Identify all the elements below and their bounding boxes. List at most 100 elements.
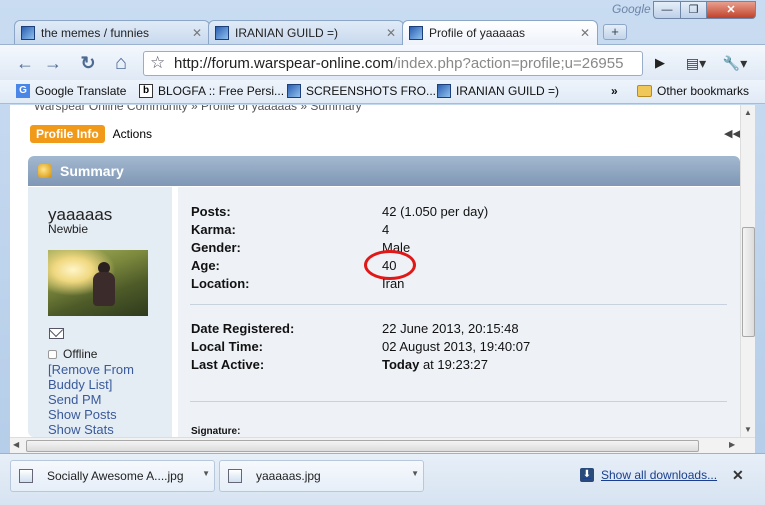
vertical-scrollbar[interactable]: ▲ ▼ [740,105,755,437]
other-bookmarks-button[interactable]: Other bookmarks [637,84,749,98]
download-menu-icon[interactable]: ▼ [202,469,210,478]
close-tab-icon[interactable]: ✕ [579,26,591,40]
warspear-icon [437,84,451,98]
show-stats-link[interactable]: Show Stats [48,422,114,437]
last-active-day: Today [382,357,420,372]
user-rank: Newbie [48,222,89,236]
bookmark-label: SCREENSHOTS FRO... [306,84,437,98]
warspear-favicon-icon [21,25,35,40]
bookmarks-bar: G Google Translate b BLOGFA :: Free Pers… [0,80,765,104]
avatar-figure-body [93,272,115,306]
tab-memes[interactable]: the memes / funnies ✕ [14,20,210,44]
download-shelf: Socially Awesome A....jpg ▼ yaaaaas.jpg … [0,453,765,505]
location-label: Location: [191,276,250,291]
scroll-left-icon[interactable]: ◀ [13,440,19,449]
scroll-up-icon[interactable]: ▲ [744,108,752,117]
local-time-label: Local Time: [191,339,264,354]
posts-value: 42 (1.050 per day) [382,204,489,219]
user-card: yaaaaas Newbie Offline [Remove From Budd… [28,187,172,437]
google-translate-icon: G [16,84,30,98]
collapse-sidebar-icon[interactable]: ◀◀ [724,127,740,140]
online-status: Offline [48,347,97,361]
image-file-icon [228,469,242,483]
tab-title: the memes / funnies [41,25,150,40]
bookmarks-overflow-button[interactable]: » [611,84,618,98]
back-button[interactable]: ← [12,51,38,75]
folder-icon [637,85,652,97]
profile-details: Posts: 42 (1.050 per day) Karma: 4 Gende… [178,187,740,437]
bookmark-screenshots[interactable]: SCREENSHOTS FRO... [287,84,436,98]
date-registered-label: Date Registered: [191,321,295,336]
download-item[interactable]: Socially Awesome A....jpg ▼ [10,460,215,492]
bookmark-iranian-guild[interactable]: IRANIAN GUILD =) [437,84,559,98]
new-tab-button[interactable]: + [603,24,627,40]
horizontal-scroll-thumb[interactable] [26,440,699,452]
close-tab-icon[interactable]: ✕ [191,26,203,40]
signature-label: Signature: [191,426,241,437]
go-button[interactable]: ▶ [647,51,673,75]
remove-buddy-link-continued[interactable]: Buddy List] [48,377,112,392]
warspear-favicon-icon [409,26,423,40]
summary-header: Summary [28,156,740,186]
show-all-downloads-link[interactable]: ⬇ Show all downloads... [580,468,717,482]
last-active-value: Today at 19:23:27 [382,357,488,372]
remove-buddy-link[interactable]: [Remove From [48,362,134,377]
page-menu-button[interactable]: ▤▾ [680,51,712,75]
send-pm-link[interactable]: Send PM [48,392,101,407]
last-active-label: Last Active: [191,357,265,372]
close-window-button[interactable]: ✕ [706,1,756,19]
email-icon[interactable] [49,328,64,339]
close-tab-icon[interactable]: ✕ [385,26,397,40]
download-item[interactable]: yaaaaas.jpg ▼ [219,460,424,492]
summary-icon [38,164,52,178]
scroll-down-icon[interactable]: ▼ [744,425,752,434]
home-button[interactable]: ⌂ [108,51,134,75]
download-menu-icon[interactable]: ▼ [411,469,419,478]
tab-actions[interactable]: Actions [113,127,152,141]
vertical-scroll-thumb[interactable] [742,227,755,337]
summary-title: Summary [60,163,124,179]
minimize-button[interactable]: — [653,1,681,19]
bookmark-label: Google Translate [35,84,127,98]
karma-value: 4 [382,222,390,237]
url-host: http://forum.warspear-online.com [174,55,394,72]
toolbar: ← → ↻ ⌂ ☆ http://forum.warspear-online.c… [0,44,765,80]
last-active-time: at 19:23:27 [419,357,488,372]
tab-iranian-guild[interactable]: IRANIAN GUILD =) ✕ [208,20,404,44]
image-file-icon [19,469,33,483]
url-path: /index.php?action=profile;u=26955 [393,55,624,72]
other-bookmarks-label: Other bookmarks [657,84,750,98]
address-bar[interactable]: ☆ http://forum.warspear-online.com/index… [143,51,643,76]
scroll-right-icon[interactable]: ▶ [729,440,735,449]
maximize-button[interactable]: ❐ [680,1,707,19]
gender-label: Gender: [191,240,241,255]
warspear-favicon-icon [215,25,229,40]
profile-tabs: Profile Info Actions [30,125,152,143]
page-viewport: Warspear Online Community » Profile of y… [10,105,740,437]
bookmark-blogfa[interactable]: b BLOGFA :: Free Persi... [139,84,284,98]
browser-window: the memes / funnies ✕ IRANIAN GUILD =) ✕… [0,0,765,505]
google-label: Google [612,2,651,16]
forward-button[interactable]: → [40,51,66,75]
status-text: Offline [63,347,98,361]
close-download-shelf-button[interactable]: ✕ [732,467,744,484]
date-registered-value: 22 June 2013, 20:15:48 [382,321,519,336]
horizontal-scrollbar[interactable]: ◀ ▶ [10,437,755,453]
download-icon: ⬇ [580,468,594,482]
posts-label: Posts: [191,204,231,219]
blogfa-icon: b [139,84,153,98]
tab-profile-info[interactable]: Profile Info [30,125,105,143]
location-value: Iran [382,276,405,291]
reload-button[interactable]: ↻ [75,51,101,75]
divider [190,401,727,402]
bookmark-label: IRANIAN GUILD =) [456,84,560,98]
wrench-menu-button[interactable]: 🔧▾ [718,51,752,75]
tab-profile[interactable]: Profile of yaaaaas ✕ [402,20,598,45]
tab-title: Profile of yaaaaas [429,26,526,40]
tab-strip: the memes / funnies ✕ IRANIAN GUILD =) ✕… [0,0,765,45]
show-posts-link[interactable]: Show Posts [48,407,117,422]
bookmark-star-icon[interactable]: ☆ [150,53,165,73]
bookmark-google-translate[interactable]: G Google Translate [16,84,126,98]
age-label: Age: [191,258,220,273]
breadcrumb[interactable]: Warspear Online Community » Profile of y… [34,105,362,113]
